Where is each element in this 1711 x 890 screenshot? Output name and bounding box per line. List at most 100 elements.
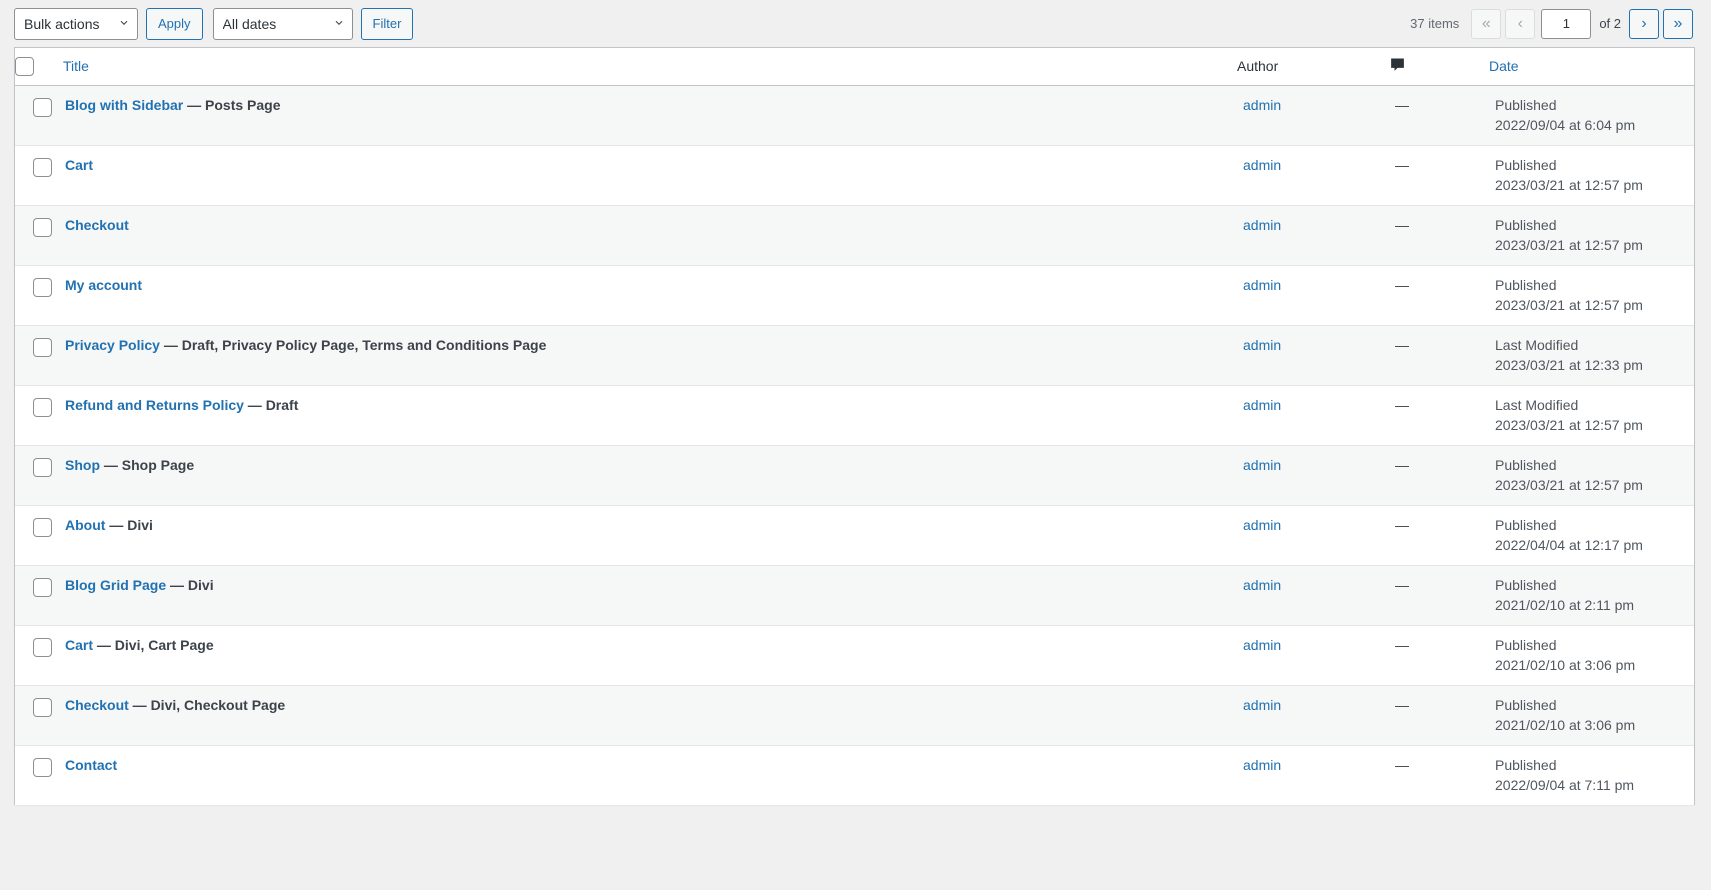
- row-author-link[interactable]: admin: [1243, 97, 1281, 113]
- table-row[interactable]: Blog with Sidebar — Posts Page admin — Publ…: [15, 85, 1694, 145]
- row-title-link[interactable]: Contact: [65, 757, 117, 773]
- row-title-link[interactable]: Checkout: [65, 217, 129, 233]
- row-comments-cell: —: [1389, 385, 1489, 445]
- row-date-value: 2023/03/21 at 12:33 pm: [1495, 357, 1688, 373]
- row-author-link[interactable]: admin: [1243, 397, 1281, 413]
- row-date-cell: Published2021/02/10 at 3:06 pm: [1489, 685, 1694, 745]
- row-date-cell: Published2023/03/21 at 12:57 pm: [1489, 205, 1694, 265]
- table-row[interactable]: Cart — Divi, Cart Pageadmin—Published202…: [15, 625, 1694, 685]
- row-date-value: 2023/03/21 at 12:57 pm: [1495, 177, 1688, 193]
- row-title-link[interactable]: Shop: [65, 457, 100, 473]
- row-title-link[interactable]: Checkout: [65, 697, 129, 713]
- table-row[interactable]: Refund and Returns Policy — Draftadmin—L…: [15, 385, 1694, 445]
- row-date-value: 2022/04/04 at 12:17 pm: [1495, 537, 1688, 553]
- bulk-actions-select-wrap: Bulk actionsEditMove to Trash: [14, 8, 138, 40]
- row-comments-count: —: [1395, 517, 1409, 533]
- row-author-link[interactable]: admin: [1243, 577, 1281, 593]
- row-title-link[interactable]: Cart: [65, 157, 93, 173]
- row-author-link[interactable]: admin: [1243, 337, 1281, 353]
- row-author-cell: admin: [1237, 625, 1389, 685]
- row-comments-cell: —: [1389, 205, 1489, 265]
- row-title-cell: Blog with Sidebar — Posts Page: [63, 85, 1237, 145]
- row-title-link[interactable]: Blog with Sidebar: [65, 97, 183, 113]
- row-author-link[interactable]: admin: [1243, 757, 1281, 773]
- row-checkbox[interactable]: [33, 338, 52, 357]
- row-title-link[interactable]: Cart: [65, 637, 93, 653]
- bulk-actions-group: Bulk actionsEditMove to Trash Apply All …: [14, 8, 413, 40]
- row-author-cell: admin: [1237, 685, 1389, 745]
- column-header-title-label[interactable]: Title: [63, 58, 89, 74]
- date-filter-select[interactable]: All datesMarch 2023September 2022April 2…: [213, 8, 353, 40]
- row-title-cell: Cart: [63, 145, 1237, 205]
- select-all-checkbox[interactable]: [15, 57, 34, 76]
- column-header-date-label[interactable]: Date: [1489, 58, 1519, 74]
- row-checkbox[interactable]: [33, 518, 52, 537]
- comment-bubble-icon: [1389, 56, 1406, 76]
- row-title-cell: Refund and Returns Policy — Draft: [63, 385, 1237, 445]
- bulk-actions-select[interactable]: Bulk actionsEditMove to Trash: [14, 8, 138, 40]
- prev-page-button[interactable]: ‹: [1505, 9, 1535, 39]
- table-row[interactable]: Cartadmin—Published2023/03/21 at 12:57 p…: [15, 145, 1694, 205]
- column-header-title[interactable]: Title: [63, 48, 1237, 85]
- table-row[interactable]: Privacy Policy — Draft, Privacy Policy P…: [15, 325, 1694, 385]
- row-title-link[interactable]: Refund and Returns Policy: [65, 397, 244, 413]
- row-author-link[interactable]: admin: [1243, 637, 1281, 653]
- row-checkbox[interactable]: [33, 758, 52, 777]
- row-date-status: Published: [1495, 97, 1688, 113]
- row-title-cell: Privacy Policy — Draft, Privacy Policy P…: [63, 325, 1237, 385]
- table-row[interactable]: Contactadmin—Published2022/09/04 at 7:11…: [15, 745, 1694, 805]
- row-checkbox[interactable]: [33, 638, 52, 657]
- current-page-input[interactable]: [1541, 9, 1591, 39]
- row-author-cell: admin: [1237, 325, 1389, 385]
- row-title-link[interactable]: Blog Grid Page: [65, 577, 166, 593]
- row-checkbox[interactable]: [33, 698, 52, 717]
- row-author-link[interactable]: admin: [1243, 277, 1281, 293]
- row-comments-cell: —: [1389, 685, 1489, 745]
- row-author-link[interactable]: admin: [1243, 217, 1281, 233]
- row-post-state: — Divi: [105, 517, 152, 533]
- row-checkbox[interactable]: [33, 398, 52, 417]
- row-comments-cell: —: [1389, 565, 1489, 625]
- next-page-button[interactable]: ›: [1629, 9, 1659, 39]
- table-row[interactable]: Checkout — Divi, Checkout Pageadmin—Publ…: [15, 685, 1694, 745]
- row-author-link[interactable]: admin: [1243, 517, 1281, 533]
- row-comments-cell: —: [1389, 85, 1489, 145]
- table-row[interactable]: Checkout admin — Published2023/03/21 at 12:…: [15, 205, 1694, 265]
- table-row[interactable]: Shop — Shop Pageadmin—Published2023/03/2…: [15, 445, 1694, 505]
- row-checkbox[interactable]: [33, 278, 52, 297]
- column-header-comments[interactable]: [1389, 48, 1489, 85]
- row-title-link[interactable]: Privacy Policy: [65, 337, 160, 353]
- column-header-date[interactable]: Date: [1489, 48, 1694, 85]
- row-post-state: — Divi: [166, 577, 213, 593]
- row-checkbox[interactable]: [33, 458, 52, 477]
- row-checkbox[interactable]: [33, 578, 52, 597]
- row-post-state: — Shop Page: [100, 457, 194, 473]
- row-date-cell: Published2021/02/10 at 2:11 pm: [1489, 565, 1694, 625]
- table-row[interactable]: About — Divi admin — Published2022/04/04 at…: [15, 505, 1694, 565]
- filter-button[interactable]: Filter: [361, 8, 414, 40]
- row-comments-count: —: [1395, 637, 1409, 653]
- row-author-link[interactable]: admin: [1243, 457, 1281, 473]
- first-page-button[interactable]: «: [1471, 9, 1501, 39]
- row-post-state: — Posts Page: [183, 97, 280, 113]
- apply-button[interactable]: Apply: [146, 8, 203, 40]
- row-post-state: — Draft, Privacy Policy Page, Terms and …: [160, 337, 546, 353]
- row-date-status: Published: [1495, 157, 1688, 173]
- row-date-cell: Last Modified2023/03/21 at 12:33 pm: [1489, 325, 1694, 385]
- row-date-cell: Published2022/04/04 at 12:17 pm: [1489, 505, 1694, 565]
- row-title-link[interactable]: My account: [65, 277, 142, 293]
- last-page-button[interactable]: »: [1663, 9, 1693, 39]
- row-title-cell: Blog Grid Page — Divi: [63, 565, 1237, 625]
- row-checkbox[interactable]: [33, 158, 52, 177]
- row-checkbox[interactable]: [33, 98, 52, 117]
- row-date-value: 2021/02/10 at 3:06 pm: [1495, 717, 1688, 733]
- row-checkbox[interactable]: [33, 218, 52, 237]
- table-row[interactable]: My accountadmin—Published2023/03/21 at 1…: [15, 265, 1694, 325]
- row-select-cell: [15, 685, 63, 745]
- row-title-link[interactable]: About: [65, 517, 105, 533]
- row-author-cell: admin: [1237, 505, 1389, 565]
- row-author-link[interactable]: admin: [1243, 157, 1281, 173]
- table-row[interactable]: Blog Grid Page — Divi admin —Published2021…: [15, 565, 1694, 625]
- row-comments-count: —: [1395, 217, 1409, 233]
- row-author-link[interactable]: admin: [1243, 697, 1281, 713]
